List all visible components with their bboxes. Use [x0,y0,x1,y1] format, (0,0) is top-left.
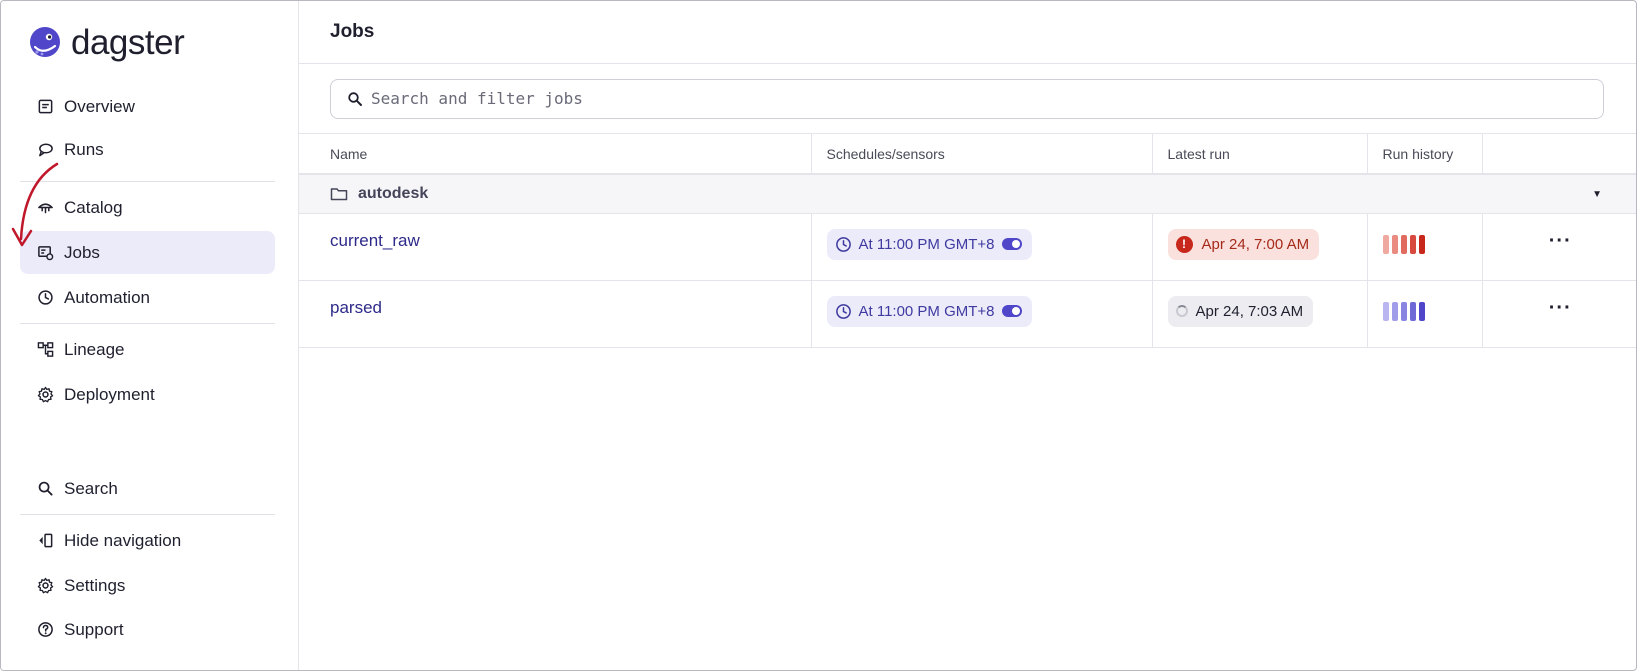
error-icon: ! [1175,235,1193,253]
latest-run-time: Apr 24, 7:03 AM [1195,302,1304,320]
sidebar-item-deployment[interactable]: Deployment [20,373,275,416]
nav-divider [20,514,275,515]
column-header-schedules[interactable]: Schedules/sensors [811,134,1153,175]
latest-run-badge[interactable]: Apr 24, 7:03 AM [1167,295,1314,327]
sidebar-item-label: Automation [64,287,150,307]
chevron-down-icon[interactable]: ▼ [1592,189,1602,200]
search-icon [348,91,362,106]
table-row: parsed At 11:00 PM GMT+8 Apr 24, 7:03 AM [299,280,1637,348]
search-row [299,64,1636,134]
sidebar-item-overview[interactable]: Overview [20,85,275,128]
sidebar-item-label: Deployment [64,384,155,404]
page-title: Jobs [330,21,375,42]
sidebar-item-label: Jobs [64,242,100,262]
jobs-icon [36,244,54,262]
overview-icon [36,98,54,116]
group-name: autodesk [358,184,429,202]
column-header-actions [1482,134,1636,175]
run-history-bar[interactable] [1382,301,1389,321]
run-history-bar[interactable] [1382,234,1389,254]
column-header-name[interactable]: Name [299,134,812,175]
more-actions-icon[interactable]: ··· [1483,298,1637,318]
sidebar-item-label: Search [64,478,118,498]
jobs-table: Name Schedules/sensors Latest run Run hi… [299,134,1637,348]
latest-run-time: Apr 24, 7:00 AM [1201,235,1310,253]
sidebar: dagster Overview Runs Catalog Jobs Autom… [1,1,299,670]
sidebar-item-jobs[interactable]: Jobs [20,231,275,274]
table-row: current_raw At 11:00 PM GMT+8 ! Apr 24, … [299,213,1637,281]
sidebar-item-label: Overview [64,96,135,116]
sidebar-item-lineage[interactable]: Lineage [20,328,275,371]
sidebar-item-label: Lineage [64,339,125,359]
nav-divider [20,323,275,324]
column-header-latest-run[interactable]: Latest run [1152,134,1368,175]
app-window: dagster Overview Runs Catalog Jobs Autom… [0,0,1637,671]
sidebar-item-settings[interactable]: Settings [20,564,275,607]
search-box[interactable] [330,78,1604,119]
group-row[interactable]: autodesk ▼ [299,174,1636,214]
sidebar-item-label: Hide navigation [64,530,182,550]
column-header-run-history[interactable]: Run history [1367,134,1483,175]
hide-navigation-icon [36,532,54,550]
logo-text: dagster [71,23,185,62]
nav-divider [20,181,275,182]
folder-icon [330,188,348,200]
run-history [1382,301,1482,321]
clock-icon [835,236,851,252]
catalog-icon [36,199,54,217]
sidebar-item-label: Catalog [64,197,123,217]
sidebar-item-label: Support [64,619,124,639]
sidebar-item-support[interactable]: Support [20,608,275,651]
table-header-row: Name Schedules/sensors Latest run Run hi… [299,134,1636,175]
run-history-bar[interactable] [1400,301,1407,321]
run-history-bar[interactable] [1400,234,1407,254]
spinner-icon [1175,305,1188,317]
search-input[interactable] [371,89,1603,108]
job-link[interactable]: current_raw [330,231,420,250]
logo[interactable]: dagster [27,23,185,63]
gear-icon [36,577,54,595]
sidebar-item-catalog[interactable]: Catalog [20,186,275,229]
page-header: Jobs [299,1,1636,64]
schedule-text: At 11:00 PM GMT+8 [858,235,995,253]
run-history-bar[interactable] [1409,301,1416,321]
main-content: Jobs Name Schedules/sensors Latest run R… [299,1,1637,670]
run-history-bar[interactable] [1409,234,1416,254]
schedule-text: At 11:00 PM GMT+8 [858,302,995,320]
job-link[interactable]: parsed [330,298,382,317]
sidebar-item-label: Settings [64,575,126,595]
runs-icon [36,141,54,159]
clock-icon [835,303,851,319]
schedule-toggle[interactable] [1001,305,1022,317]
schedule-badge[interactable]: At 11:00 PM GMT+8 [826,228,1032,260]
automation-icon [36,289,54,307]
gear-icon [36,386,54,404]
sidebar-item-automation[interactable]: Automation [20,276,275,319]
schedule-badge[interactable]: At 11:00 PM GMT+8 [826,295,1032,327]
sidebar-item-search[interactable]: Search [20,467,275,510]
schedule-toggle[interactable] [1001,238,1022,250]
sidebar-item-label: Runs [64,139,104,159]
search-icon [36,480,54,498]
run-history [1382,234,1482,254]
run-history-bar[interactable] [1418,234,1425,254]
latest-run-badge[interactable]: ! Apr 24, 7:00 AM [1167,228,1320,260]
more-actions-icon[interactable]: ··· [1483,231,1637,251]
help-icon [36,621,54,639]
run-history-bar[interactable] [1391,234,1398,254]
run-history-bar[interactable] [1418,301,1425,321]
run-history-bar[interactable] [1391,301,1398,321]
hide-navigation-button[interactable]: Hide navigation [20,519,275,562]
dagster-logo-icon [30,27,60,57]
sidebar-item-runs[interactable]: Runs [20,128,275,171]
lineage-icon [36,341,54,359]
